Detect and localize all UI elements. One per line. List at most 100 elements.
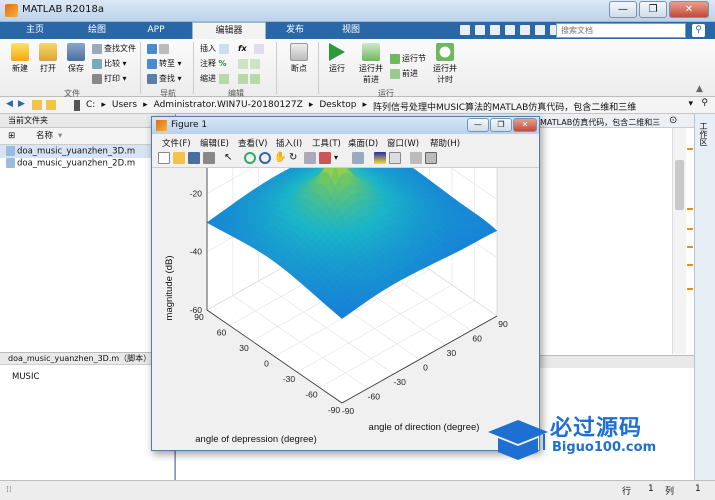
tab-apps[interactable]: APP <box>124 22 188 39</box>
increase-indent-icon[interactable] <box>238 73 248 84</box>
tab-plots[interactable]: 绘图 <box>70 22 124 39</box>
comment-add-icon[interactable] <box>238 58 248 69</box>
collapse-icon[interactable]: ⊞ <box>8 128 15 144</box>
menu-desktop[interactable]: 桌面(D) <box>348 137 378 149</box>
minimize-button[interactable]: — <box>609 1 637 18</box>
file-item[interactable]: doa_music_yuanzhen_2D.m <box>6 158 135 169</box>
figure-maximize-button[interactable]: ❐ <box>490 118 512 132</box>
data-cursor-icon[interactable] <box>304 152 316 164</box>
paste-quick-icon[interactable] <box>505 25 515 35</box>
scroll-thumb[interactable] <box>675 160 684 210</box>
collapse-ribbon-icon[interactable]: ▲ <box>696 84 703 94</box>
compare-button[interactable]: 比较 ▾ <box>92 58 127 70</box>
menu-edit[interactable]: 编辑(E) <box>200 137 229 149</box>
back-forward-buttons[interactable] <box>147 43 171 55</box>
run-section-button[interactable]: 运行节 <box>390 53 426 65</box>
breadcrumb-item[interactable]: Administrator.WIN7U-20180127Z <box>154 100 303 113</box>
zoom-out-icon[interactable] <box>259 152 271 164</box>
menu-help[interactable]: 帮助(H) <box>430 137 460 149</box>
rotate-icon[interactable]: ↻ <box>289 152 301 164</box>
decrease-indent-icon[interactable] <box>250 73 260 84</box>
menu-window[interactable]: 窗口(W) <box>387 137 419 149</box>
cut-quick-icon[interactable] <box>475 25 485 35</box>
browse-folder-icon[interactable] <box>46 100 56 110</box>
surface-plot[interactable]: -60-40-200-90-60-300306090-90-60-3003060… <box>152 47 539 450</box>
find-button[interactable]: 查找 ▾ <box>147 73 182 85</box>
comment-label: 注释 <box>200 59 216 68</box>
search-input[interactable]: 搜索文档 <box>556 23 686 38</box>
file-name: doa_music_yuanzhen_2D.m <box>17 158 136 169</box>
run-and-time-button[interactable]: 运行并 计时 <box>430 43 460 85</box>
save-figure-icon[interactable] <box>188 152 200 164</box>
breadcrumb-item[interactable]: C: <box>86 100 95 113</box>
menu-view[interactable]: 查看(V) <box>238 137 267 149</box>
find-files-button[interactable]: 查找文件 <box>92 43 136 55</box>
new-button[interactable]: 新建 <box>6 43 34 74</box>
copy-quick-icon[interactable] <box>490 25 500 35</box>
brush-icon[interactable] <box>319 152 331 164</box>
redo-quick-icon[interactable] <box>535 25 545 35</box>
figure-window[interactable]: Figure 1 — ❐ ✕ 文件(F) 编辑(E) 查看(V) 插入(I) 工… <box>151 47 540 451</box>
search-folder-icon[interactable]: ⚲ <box>701 98 708 108</box>
comment-remove-icon[interactable] <box>250 58 260 69</box>
open-file-icon[interactable] <box>173 152 185 164</box>
new-figure-icon[interactable] <box>158 152 170 164</box>
status-bar: ⁞⁞ 行 1 列 1 <box>0 480 715 500</box>
legend-icon[interactable] <box>389 152 401 164</box>
open-button[interactable]: 打开 <box>34 43 62 74</box>
goto-icon <box>147 58 157 69</box>
up-folder-icon[interactable] <box>32 100 42 110</box>
goto-button[interactable]: 转至 ▾ <box>147 58 182 70</box>
undo-quick-icon[interactable] <box>520 25 530 35</box>
advance-button[interactable]: 前进 <box>390 68 418 80</box>
indent-button[interactable]: 缩进 <box>200 73 231 85</box>
fx-button[interactable]: fx <box>238 43 247 55</box>
editor-tab[interactable]: MATLAB仿真代码，包含二维和三 <box>540 117 660 128</box>
run-button[interactable]: 运行 <box>323 43 351 74</box>
tab-view[interactable]: 视图 <box>324 22 378 39</box>
insert-button[interactable]: 插入 <box>200 43 231 55</box>
menu-insert[interactable]: 插入(I) <box>276 137 302 149</box>
run-advance-button[interactable]: 运行并 前进 <box>356 43 386 85</box>
comment-button[interactable]: 注释 % <box>200 58 227 70</box>
zoom-in-icon[interactable] <box>244 152 256 164</box>
address-dropdown-icon[interactable]: ▾ <box>688 99 693 109</box>
hide-plot-tools-icon[interactable] <box>410 152 422 164</box>
save-quick-icon[interactable] <box>460 25 470 35</box>
axes-area[interactable]: -60-40-200-90-60-300306090-90-60-3003060… <box>152 47 539 450</box>
pan-icon[interactable]: ✋ <box>274 152 286 164</box>
insert-section-icon[interactable] <box>254 43 264 54</box>
colorbar-icon[interactable] <box>374 152 386 164</box>
workspace-label[interactable]: 工作区 <box>698 122 709 146</box>
editor-menu-icon[interactable]: ⊙ <box>669 115 677 126</box>
save-button[interactable]: 保存 <box>62 43 90 74</box>
brush-dropdown-icon[interactable]: ▾ <box>334 152 346 164</box>
forward-arrow-icon <box>159 43 169 54</box>
breadcrumb-item[interactable]: 阵列信号处理中MUSIC算法的MATLAB仿真代码，包含二维和三维 <box>373 100 636 113</box>
tab-editor[interactable]: 编辑器 <box>192 22 266 39</box>
breadcrumb-item[interactable]: Users <box>112 100 137 113</box>
forward-icon[interactable]: ▶ <box>18 99 25 109</box>
tab-home[interactable]: 主页 <box>0 22 70 39</box>
close-button[interactable]: ✕ <box>669 1 709 18</box>
name-column-header[interactable]: 名称 <box>36 128 53 144</box>
ribbon-tab-strip: 主页 绘图 APP 编辑器 发布 视图 搜索文档 ⚲ <box>0 22 715 39</box>
link-plot-icon[interactable] <box>352 152 364 164</box>
figure-close-button[interactable]: ✕ <box>513 118 537 132</box>
file-item[interactable]: doa_music_yuanzhen_3D.m <box>6 146 135 157</box>
menu-tools[interactable]: 工具(T) <box>312 137 341 149</box>
figure-minimize-button[interactable]: — <box>467 118 489 132</box>
search-icon[interactable]: ⚲ <box>692 24 705 37</box>
show-plot-tools-icon[interactable] <box>425 152 437 164</box>
editor-scrollbar[interactable] <box>672 128 686 354</box>
print-figure-icon[interactable] <box>203 152 215 164</box>
menu-file[interactable]: 文件(F) <box>162 137 191 149</box>
print-button[interactable]: 打印 ▾ <box>92 73 127 85</box>
breadcrumb-item[interactable]: Desktop <box>319 100 356 113</box>
file-name: doa_music_yuanzhen_3D.m <box>17 146 136 157</box>
breakpoints-button[interactable]: 断点 <box>284 43 314 74</box>
maximize-button[interactable]: ❐ <box>639 1 667 18</box>
back-icon[interactable]: ◀ <box>6 99 13 109</box>
pointer-icon[interactable]: ↖ <box>224 152 236 164</box>
tab-publish[interactable]: 发布 <box>266 22 324 39</box>
